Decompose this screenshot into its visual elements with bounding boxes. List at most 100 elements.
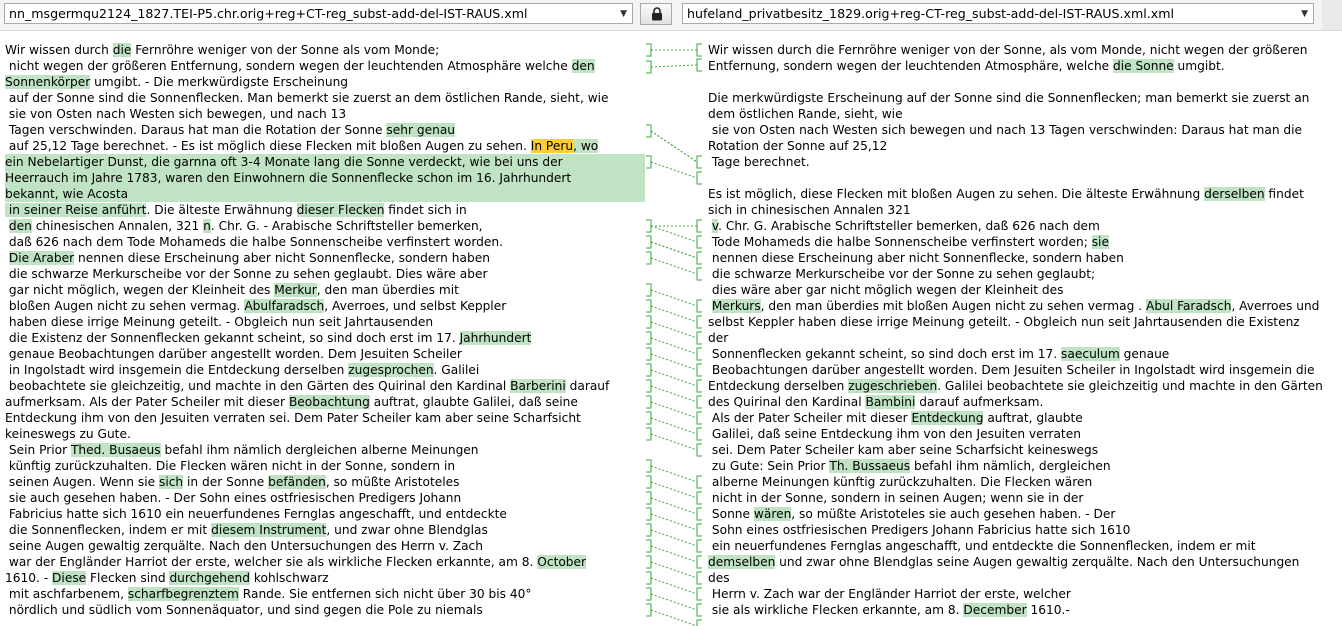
text-segment: , Averroes, und selbst Keppler: [324, 299, 507, 313]
text-line: Es ist möglich, diese Flecken mit bloßen…: [708, 186, 1340, 202]
diff-highlight: ein Nebelartiger Dunst, die garnna oft 3…: [5, 155, 563, 169]
text-line: Tagen verschwinden. Daraus hat man die R…: [5, 122, 645, 138]
text-line: nördlich und südlich vom Sonnenäquator, …: [5, 602, 645, 618]
text-segment: , den man überdies mit: [316, 283, 459, 297]
text-segment: beobachtete sie gleichzeitig, und machte…: [5, 379, 511, 393]
connector-bracket: [696, 43, 702, 57]
text-segment: nennen diese Erscheinung aber nicht Sonn…: [708, 251, 1124, 265]
text-line: sie auch gesehen haben. - Der Sohn eines…: [5, 490, 645, 506]
text-segment: auftrat, glaubte: [983, 411, 1083, 425]
connector-bracket: [696, 347, 702, 361]
text-segment: die schwarze Merkurscheibe vor der Sonne…: [5, 267, 488, 281]
text-line: sie von Osten nach Westen sich bewegen, …: [5, 106, 645, 122]
diff-highlight: in seiner Reise anführt: [5, 203, 147, 217]
text-segment: findet: [1264, 187, 1304, 201]
connector-bracket: [696, 251, 702, 265]
text-line: Fabricius hatte sich 1610 ein neuerfunde…: [5, 506, 645, 522]
text-line: Wir wissen durch die Fernröhre weniger v…: [5, 42, 645, 58]
text-segment: Herrn v. Zach war der Engländer Harriot …: [708, 587, 1071, 601]
text-line: 1610. - Diese Flecken sind durchgehend k…: [5, 570, 645, 586]
connector-line: [650, 481, 698, 499]
connector-bracket: [646, 379, 652, 393]
text-line: nicht wegen der größeren Entfernung, son…: [5, 58, 645, 74]
text-line: keineswegs zu Gute.: [5, 426, 645, 442]
diff-highlight: Bambini: [865, 395, 916, 409]
text-segment: Rotation der Sonne auf 25,12: [708, 139, 888, 153]
text-segment: mit aschfarbenem,: [5, 587, 128, 601]
connector-line: [650, 385, 698, 403]
text-line: war der Engländer Harriot der erste, wel…: [5, 554, 645, 570]
text-segment: findet sich in: [384, 203, 467, 217]
connector-line: [650, 545, 698, 563]
connector-line: [650, 497, 698, 515]
diff-highlight: Abul Faradsch: [1146, 299, 1232, 313]
text-segment: , Averroes und: [1231, 299, 1320, 313]
connector-bracket: [646, 459, 652, 473]
connector-bracket: [646, 571, 652, 585]
connector-bracket: [696, 267, 702, 281]
connector-bracket: [696, 555, 702, 569]
connector-bracket: [696, 155, 702, 169]
text-segment: gar nicht möglich, wegen der Kleinheit d…: [5, 283, 275, 297]
connector-bracket: [696, 315, 702, 329]
text-segment: die Sonnenflecken, indem er mit: [5, 523, 212, 537]
diff-highlight: zugeschrieben: [848, 379, 938, 393]
connector-line: [650, 225, 698, 243]
connector-bracket: [646, 507, 652, 521]
right-file-select[interactable]: hufeland_privatbesitz_1829.orig+reg-CT-r…: [682, 3, 1314, 24]
connector-bracket: [696, 507, 702, 521]
diff-highlight: bekannt, wie Acosta: [5, 187, 129, 201]
chevron-down-icon: ▼: [620, 9, 627, 19]
text-line: Entdeckung ihm von den Jesuiten verraten…: [5, 410, 645, 426]
text-segment: , so müßte Aristoteles sie auch gesehen …: [791, 507, 1116, 521]
text-line: den chinesischen Annalen, 321 n. Chr. G.…: [5, 218, 645, 234]
sync-scroll-lock-button[interactable]: [640, 3, 672, 25]
connector-bracket: [646, 539, 652, 553]
text-line: dies wäre aber gar nicht möglich wegen d…: [708, 282, 1340, 298]
text-segment: nördlich und südlich vom Sonnenäquator, …: [5, 603, 483, 617]
text-line: Beobachtungen darüber angestellt worden.…: [708, 362, 1340, 378]
connector-bracket: [646, 411, 652, 425]
text-line: Heerrauch im Jahre 1783, waren den Einwo…: [5, 170, 645, 186]
text-segment: nennen diese Erscheinung aber nicht Sonn…: [74, 251, 490, 265]
connector-line: [650, 130, 698, 163]
connector-bracket: [696, 171, 702, 185]
right-text-pane[interactable]: Wir wissen durch die Fernröhre weniger v…: [708, 42, 1340, 618]
text-segment: selbst Keppler haben diese irrige Meinun…: [708, 315, 1300, 329]
connector-line: [650, 305, 698, 323]
text-line: dem östlichen Rande, sieht, wie: [708, 106, 1340, 122]
text-line: seine Augen gewaltig zerquälte. Nach den…: [5, 538, 645, 554]
text-line: künftig zurückzuhalten. Die Flecken wäre…: [5, 458, 645, 474]
text-segment: Wir wissen durch die Fernröhre weniger v…: [708, 43, 1308, 57]
connector-bracket: [646, 315, 652, 329]
connector-bracket: [646, 219, 652, 233]
text-line: zu Gute: Sein Prior Th. Bussaeus befahl …: [708, 458, 1340, 474]
text-line: Sonne wären, so müßte Aristoteles sie au…: [708, 506, 1340, 522]
text-segment: seinen Augen. Wenn sie: [5, 475, 159, 489]
text-segment: nicht wegen der größeren Entfernung, son…: [5, 59, 572, 73]
text-segment: in der Sonne: [183, 475, 269, 489]
text-segment: , und zwar ohne Blendglas: [326, 523, 488, 537]
connector-bracket: [696, 331, 702, 345]
text-segment: sei. Dem Pater Scheiler kam aber seine S…: [708, 443, 1099, 457]
text-line: sei. Dem Pater Scheiler kam aber seine S…: [708, 442, 1340, 458]
text-segment: Entdeckung ihm von den Jesuiten verraten…: [5, 411, 581, 425]
left-text-pane[interactable]: Wir wissen durch die Fernröhre weniger v…: [5, 42, 645, 618]
connector-bracket: [646, 427, 652, 441]
text-segment: sie als wirkliche Flecken erkannte, am 8…: [708, 603, 964, 617]
connector-bracket: [646, 43, 652, 57]
connector-bracket: [696, 299, 702, 313]
diff-highlight: Heerrauch im Jahre 1783, waren den Einwo…: [5, 171, 572, 185]
text-line: seinen Augen. Wenn sie sich in der Sonne…: [5, 474, 645, 490]
left-file-select[interactable]: nn_msgermqu2124_1827.TEI-P5.chr.orig+reg…: [4, 3, 633, 24]
text-line: mit aschfarbenem, scharfbegrenztem Rande…: [5, 586, 645, 602]
text-line: auf der Sonne sind die Sonnenflecken. Ma…: [5, 90, 645, 106]
text-segment: chinesischen Annalen, 321: [31, 219, 204, 233]
diff-highlight: dieser Flecken: [296, 203, 385, 217]
diff-highlight: derselben: [1204, 187, 1265, 201]
text-segment: sich in chinesischen Annalen 321: [708, 203, 911, 217]
text-line: Merkurs, den man überdies mit bloßen Aug…: [708, 298, 1340, 314]
text-segment: umgibt.: [1173, 59, 1225, 73]
diff-highlight: Die Araber: [8, 251, 75, 265]
text-line: gar nicht möglich, wegen der Kleinheit d…: [5, 282, 645, 298]
